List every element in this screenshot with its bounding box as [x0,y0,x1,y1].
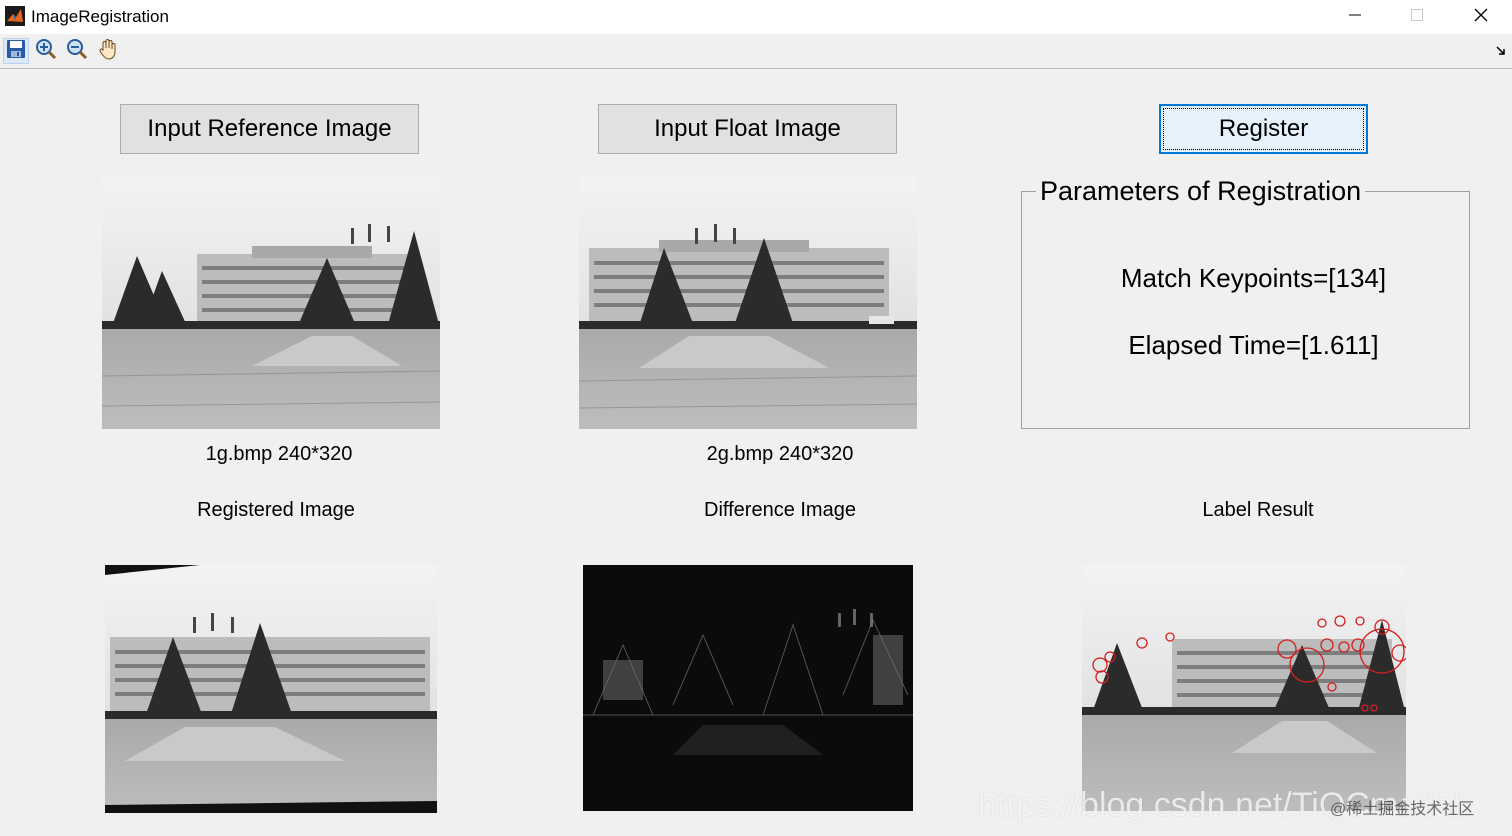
label-result-image [1082,565,1406,811]
save-button[interactable] [3,38,29,64]
zoom-out-icon [66,38,88,65]
zoom-in-icon [35,38,57,65]
float-image [579,176,917,429]
figure-toolbar [0,34,1512,69]
watermark-credit: @稀土掘金技术社区 [1330,801,1475,818]
parameters-panel-title: Parameters of Registration [1036,176,1366,207]
reference-image [102,176,440,429]
float-image-caption: 2g.bmp 240*320 [706,443,854,465]
registered-image-title: Registered Image [197,499,355,521]
elapsed-time-value: Elapsed Time=[1.611] [1128,330,1379,360]
window-title: ImageRegistration [31,7,169,26]
difference-image [583,565,913,811]
reference-image-caption: 1g.bmp 240*320 [205,443,353,465]
pan-button[interactable] [95,38,121,64]
save-icon [6,39,26,64]
maximize-icon [1410,8,1424,27]
match-keypoints-value: Match Keypoints=[134] [1120,263,1387,293]
zoom-out-button[interactable] [64,38,90,64]
input-float-image-button[interactable]: Input Float Image [598,104,897,154]
close-icon [1473,7,1489,28]
title-bar: ImageRegistration [0,0,1512,34]
matlab-app-icon [5,6,25,26]
minimize-icon [1348,8,1362,27]
registered-image [105,565,437,813]
register-button[interactable]: Register [1159,104,1368,154]
label-result-title: Label Result [1202,499,1314,521]
parameters-panel [1021,191,1470,429]
pan-hand-icon [97,38,119,65]
zoom-in-button[interactable] [33,38,59,64]
close-button[interactable] [1450,0,1512,34]
minimize-button[interactable] [1324,0,1386,34]
input-reference-image-button[interactable]: Input Reference Image [120,104,419,154]
dock-arrow-icon[interactable] [1496,44,1506,59]
maximize-button[interactable] [1386,0,1448,34]
difference-image-title: Difference Image [704,499,856,521]
